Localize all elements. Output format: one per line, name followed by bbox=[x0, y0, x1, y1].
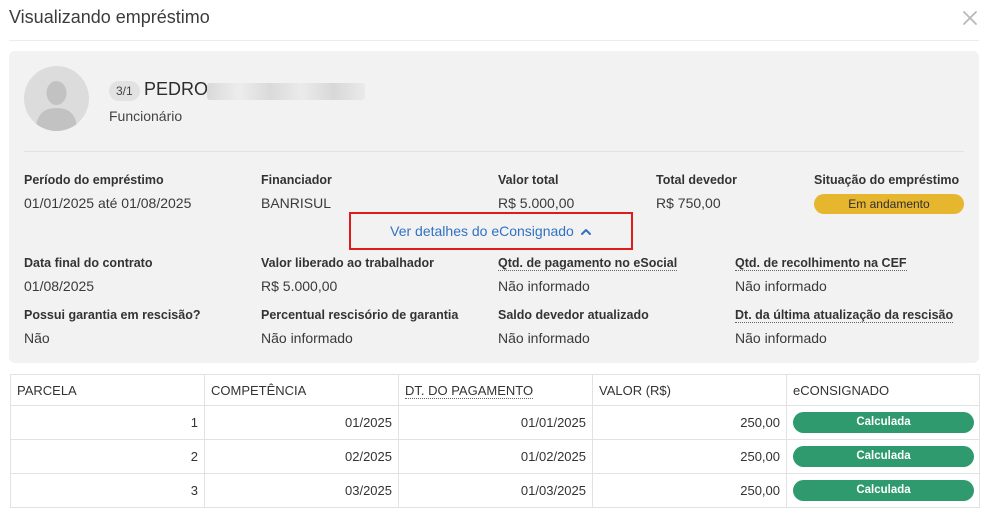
situacao-label: Situação do empréstimo bbox=[814, 173, 960, 187]
cell-parcela: 3 bbox=[10, 473, 205, 508]
chevron-up-icon bbox=[580, 215, 592, 249]
total-devedor-label: Total devedor bbox=[656, 173, 738, 187]
table-row: 2 02/2025 01/02/2025 250,00 Calculada bbox=[10, 439, 980, 474]
valor-total-label: Valor total bbox=[498, 173, 559, 187]
header-parcela: PARCELA bbox=[10, 374, 205, 406]
status-badge: Calculada bbox=[793, 480, 974, 501]
data-final-label: Data final do contrato bbox=[24, 256, 153, 270]
modal-header: Visualizando empréstimo bbox=[0, 0, 988, 40]
financiador-label: Financiador bbox=[261, 173, 332, 187]
installments-table-wrapper: PARCELA COMPETÊNCIA DT. DO PAGAMENTO VAL… bbox=[10, 374, 980, 508]
employee-role: Funcionário bbox=[109, 108, 183, 124]
financiador-value: BANRISUL bbox=[261, 195, 332, 211]
modal-title: Visualizando empréstimo bbox=[9, 7, 210, 27]
qtd-cef-label: Qtd. de recolhimento na CEF bbox=[735, 256, 907, 271]
cell-valor: 250,00 bbox=[592, 439, 787, 474]
header-dt-pagamento: DT. DO PAGAMENTO bbox=[398, 374, 593, 406]
qtd-esocial-value: Não informado bbox=[498, 278, 590, 294]
cell-competencia: 01/2025 bbox=[204, 405, 399, 440]
cell-parcela: 1 bbox=[10, 405, 205, 440]
cell-parcela: 2 bbox=[10, 439, 205, 474]
cell-econsignado: Calculada bbox=[786, 439, 980, 474]
dt-atualizacao-label: Dt. da última atualização da rescisão bbox=[735, 308, 954, 323]
name-redaction bbox=[207, 83, 365, 100]
valor-liberado-value: R$ 5.000,00 bbox=[261, 278, 338, 294]
employee-code-badge: 3/1 bbox=[109, 81, 140, 101]
cell-econsignado: Calculada bbox=[786, 473, 980, 508]
percentual-value: Não informado bbox=[261, 330, 353, 346]
garantia-value: Não bbox=[24, 330, 50, 346]
card-divider bbox=[24, 151, 964, 152]
percentual-label: Percentual rescisório de garantia bbox=[261, 308, 459, 322]
cell-competencia: 02/2025 bbox=[204, 439, 399, 474]
status-badge: Calculada bbox=[793, 412, 974, 433]
cell-valor: 250,00 bbox=[592, 473, 787, 508]
cell-valor: 250,00 bbox=[592, 405, 787, 440]
user-silhouette-icon bbox=[36, 81, 77, 131]
installments-table: PARCELA COMPETÊNCIA DT. DO PAGAMENTO VAL… bbox=[10, 374, 980, 508]
cell-dt-pagamento: 01/03/2025 bbox=[398, 473, 593, 508]
details-link-label: Ver detalhes do eConsignado bbox=[390, 223, 574, 239]
qtd-cef-value: Não informado bbox=[735, 278, 827, 294]
cell-competencia: 03/2025 bbox=[204, 473, 399, 508]
table-row: 1 01/2025 01/01/2025 250,00 Calculada bbox=[10, 405, 980, 440]
valor-liberado-label: Valor liberado ao trabalhador bbox=[261, 256, 434, 270]
periodo-label: Período do empréstimo bbox=[24, 173, 164, 187]
valor-total-value: R$ 5.000,00 bbox=[498, 195, 575, 211]
situacao-status-badge: Em andamento bbox=[814, 194, 964, 214]
saldo-label: Saldo devedor atualizado bbox=[498, 308, 649, 322]
avatar bbox=[24, 66, 89, 131]
details-econsignado-link[interactable]: Ver detalhes do eConsignado bbox=[349, 212, 633, 250]
header-divider bbox=[9, 40, 979, 41]
header-econsignado: eCONSIGNADO bbox=[786, 374, 980, 406]
table-row: 3 03/2025 01/03/2025 250,00 Calculada bbox=[10, 473, 980, 508]
cell-dt-pagamento: 01/02/2025 bbox=[398, 439, 593, 474]
header-dt-pagamento-label: DT. DO PAGAMENTO bbox=[405, 382, 534, 399]
total-devedor-value: R$ 750,00 bbox=[656, 195, 721, 211]
table-header-row: PARCELA COMPETÊNCIA DT. DO PAGAMENTO VAL… bbox=[10, 374, 980, 406]
garantia-label: Possui garantia em rescisão? bbox=[24, 308, 201, 322]
data-final-value: 01/08/2025 bbox=[24, 278, 95, 294]
dt-atualizacao-value: Não informado bbox=[735, 330, 827, 346]
status-badge: Calculada bbox=[793, 446, 974, 467]
cell-econsignado: Calculada bbox=[786, 405, 980, 440]
header-valor: VALOR (R$) bbox=[592, 374, 787, 406]
close-icon bbox=[963, 11, 977, 25]
header-competencia: COMPETÊNCIA bbox=[204, 374, 399, 406]
qtd-esocial-label: Qtd. de pagamento no eSocial bbox=[498, 256, 678, 271]
periodo-value: 01/01/2025 até 01/08/2025 bbox=[24, 195, 192, 211]
employee-name: PEDRO bbox=[144, 79, 209, 99]
saldo-value: Não informado bbox=[498, 330, 590, 346]
close-button[interactable] bbox=[958, 6, 982, 30]
cell-dt-pagamento: 01/01/2025 bbox=[398, 405, 593, 440]
loan-summary-card: 3/1 PEDRO Funcionário Período do emprést… bbox=[9, 51, 979, 363]
